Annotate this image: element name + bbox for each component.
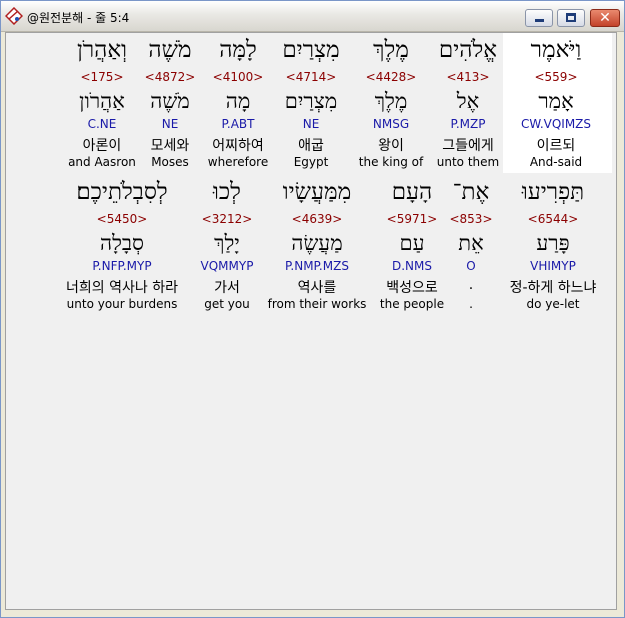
title-bar[interactable]: @원전분해 - 줄 5:4 ✕ — [1, 1, 624, 32]
close-button[interactable]: ✕ — [590, 9, 620, 27]
row1-strong-number[interactable]: <175> — [32, 70, 172, 84]
row2-lemma[interactable]: סְבָלָה — [52, 231, 192, 256]
row2-morphology[interactable]: P.NFP.MYP — [52, 259, 192, 273]
row2-word[interactable]: לְסִבְלֹתֵיכֶם׃ — [52, 179, 192, 205]
minimize-button[interactable] — [525, 9, 553, 27]
row1-english-gloss[interactable]: and Aasron — [32, 155, 172, 169]
row2-strong-number[interactable]: <5450> — [52, 212, 192, 226]
row1-lemma[interactable]: אַהֲרֹון — [32, 89, 172, 114]
app-diamond-icon[interactable] — [4, 6, 24, 26]
app-window: @원전분해 - 줄 5:4 ✕ וַיֹּאמֶר <559> אָמַר CW.VQ… — [0, 0, 625, 618]
close-icon: ✕ — [599, 10, 611, 26]
row2-english-gloss[interactable]: unto your burdens — [52, 297, 192, 311]
row1-morphology[interactable]: C.NE — [32, 117, 172, 131]
maximize-button[interactable] — [557, 9, 585, 27]
window-title: @원전분해 - 줄 5:4 — [27, 11, 130, 25]
minimize-icon — [535, 19, 544, 22]
row1-word[interactable]: וְאַהֲרֹן — [32, 37, 172, 63]
window-bottom-border — [5, 610, 617, 616]
analysis-panel[interactable]: וַיֹּאמֶר <559> אָמַר CW.VQIMZS 이르되 And-said א… — [5, 32, 617, 610]
row1-korean-gloss[interactable]: 아론이 — [32, 135, 172, 155]
maximize-icon — [566, 13, 576, 22]
row2-korean-gloss[interactable]: 너희의 역사나 하라 — [52, 277, 192, 297]
